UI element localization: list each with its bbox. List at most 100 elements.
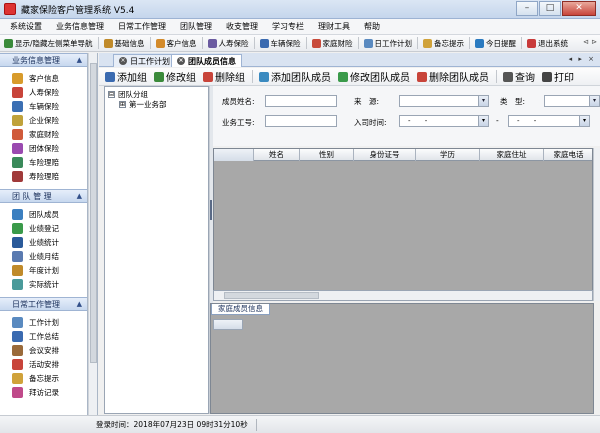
- column-header-address[interactable]: 家庭住址: [480, 149, 544, 161]
- nav-item-customer-info[interactable]: 客户信息: [12, 71, 87, 85]
- members-grid[interactable]: 姓名 性别 身份证号 学历 家庭住址 家庭电话: [213, 148, 593, 301]
- life-claim-icon: [12, 170, 23, 182]
- nav-item-work-plan[interactable]: 工作计划: [12, 315, 87, 329]
- minimize-button[interactable]: –: [516, 1, 538, 16]
- toggle-nav-button[interactable]: 显示/隐藏左侧菜单导航: [4, 38, 93, 49]
- toolbar-scroll-arrows[interactable]: ⊲ ⊳: [583, 38, 597, 46]
- nav-item-visit-record[interactable]: 拜访记录: [12, 385, 87, 399]
- column-header-name[interactable]: 姓名: [254, 149, 300, 161]
- tab-team-members[interactable]: × 团队成员信息: [171, 54, 242, 67]
- close-tab-icon[interactable]: ×: [177, 57, 185, 65]
- work-id-label: 业务工号:: [222, 118, 255, 127]
- column-header-home-phone[interactable]: 家庭电话: [544, 149, 592, 161]
- memo-button[interactable]: 备忘提示: [423, 38, 464, 49]
- type-label: 类 型:: [500, 97, 526, 106]
- collapse-icon[interactable]: ▲: [77, 192, 82, 200]
- customer-info-button[interactable]: 客户信息: [155, 38, 197, 49]
- collapse-toggle-icon[interactable]: ⊟: [108, 91, 115, 98]
- nav-item-performance-stats[interactable]: 业绩统计: [12, 235, 87, 249]
- column-header-education[interactable]: 学历: [416, 149, 480, 161]
- nav-item-team-members[interactable]: 团队成员: [12, 207, 87, 221]
- basic-info-button[interactable]: 基础信息: [103, 38, 145, 49]
- menu-daily-work[interactable]: 日常工作管理: [118, 21, 166, 32]
- add-member-button[interactable]: 添加团队成员: [259, 69, 331, 84]
- tab-strip: × 日工作计划 × 团队成员信息 ◂ ▸ ×: [99, 53, 600, 67]
- nav-section-business-header[interactable]: 业务信息管理 ▲: [0, 53, 87, 67]
- grid-hscroll-thumb[interactable]: [224, 292, 319, 299]
- grid-vertical-scrollbar[interactable]: [593, 148, 600, 301]
- edit-member-button[interactable]: 修改团队成员: [338, 69, 410, 84]
- print-button[interactable]: 打印: [542, 69, 574, 84]
- source-label: 来 源:: [354, 97, 380, 106]
- menu-business-info[interactable]: 业务信息管理: [56, 21, 104, 32]
- tab-daily-plan[interactable]: × 日工作计划: [113, 54, 176, 67]
- nav-item-monthly-close[interactable]: 业绩月结: [12, 249, 87, 263]
- exit-button[interactable]: 退出系统: [527, 38, 568, 49]
- tree-node-first-dept[interactable]: ⊞ 第一业务部: [119, 99, 167, 110]
- chevron-down-icon[interactable]: ▾: [478, 96, 488, 106]
- life-icon: [207, 38, 217, 48]
- nav-section-team-list: 团队成员 业绩登记 业绩统计 业绩月结 年度计划 实际统计: [0, 203, 87, 297]
- delete-group-button[interactable]: 删除组: [203, 69, 245, 84]
- column-header-id-number[interactable]: 身份证号: [354, 149, 416, 161]
- toolbar-separator: [357, 37, 359, 49]
- close-tab-icon[interactable]: ×: [119, 57, 127, 65]
- nav-scroll-thumb[interactable]: [90, 63, 97, 363]
- close-button[interactable]: ✕: [562, 1, 596, 16]
- nav-item-work-summary[interactable]: 工作总结: [12, 329, 87, 343]
- menu-tools[interactable]: 理财工具: [318, 21, 350, 32]
- chevron-down-icon[interactable]: ▾: [478, 116, 488, 126]
- chevron-down-icon[interactable]: ▾: [589, 96, 599, 106]
- edit-group-button[interactable]: 修改组: [154, 69, 196, 84]
- nav-section-daily-header[interactable]: 日常工作管理 ▲: [0, 297, 87, 311]
- chevron-down-icon[interactable]: ▾: [579, 116, 589, 126]
- nav-item-enterprise-insurance[interactable]: 企业保险: [12, 113, 87, 127]
- grid-horizontal-scrollbar[interactable]: [213, 290, 593, 301]
- car-insurance-button[interactable]: 车辆保险: [259, 38, 301, 49]
- source-select[interactable]: ▾: [399, 95, 489, 107]
- nav-item-memo-reminder[interactable]: 备忘提示: [12, 371, 87, 385]
- group-insurance-icon: [12, 142, 23, 154]
- nav-item-group-insurance[interactable]: 团体保险: [12, 141, 87, 155]
- nav-section-team-header[interactable]: 团 队 管 理 ▲: [0, 189, 87, 203]
- menu-team[interactable]: 团队管理: [180, 21, 212, 32]
- nav-item-annual-plan[interactable]: 年度计划: [12, 263, 87, 277]
- nav-item-life-claim[interactable]: 寿险理赔: [12, 169, 87, 183]
- menu-system-settings[interactable]: 系统设置: [10, 21, 42, 32]
- edit-group-icon: [154, 71, 164, 82]
- life-insurance-button[interactable]: 人寿保险: [207, 38, 249, 49]
- nav-item-performance-register[interactable]: 业绩登记: [12, 221, 87, 235]
- type-select[interactable]: ▾: [544, 95, 600, 107]
- daily-plan-button[interactable]: 日工作计划: [363, 38, 412, 49]
- work-plan-icon: [12, 316, 23, 328]
- title-bar: 藏家保险客户管理系统 V5.4 – □ ✕: [0, 0, 600, 19]
- nav-item-actual-stats[interactable]: 实际统计: [12, 277, 87, 291]
- splitter-grip[interactable]: [210, 200, 212, 220]
- nav-item-car-claim[interactable]: 车险理赔: [12, 155, 87, 169]
- today-reminder-button[interactable]: 今日提醒: [475, 38, 516, 49]
- nav-item-life-insurance[interactable]: 人寿保险: [12, 85, 87, 99]
- menu-finance[interactable]: 收支管理: [226, 21, 258, 32]
- expand-toggle-icon[interactable]: ⊞: [119, 101, 126, 108]
- nav-scrollbar[interactable]: [88, 53, 98, 416]
- nav-item-activity[interactable]: 活动安排: [12, 357, 87, 371]
- menu-learning[interactable]: 学习专栏: [272, 21, 304, 32]
- collapse-icon[interactable]: ▲: [77, 56, 82, 64]
- menu-help[interactable]: 帮助: [364, 21, 380, 32]
- nav-item-home-insurance[interactable]: 家庭财险: [12, 127, 87, 141]
- home-insurance-button[interactable]: 家庭财险: [311, 38, 353, 49]
- join-date-to[interactable]: - - ▾: [508, 115, 590, 127]
- search-button[interactable]: 查询: [503, 69, 535, 84]
- join-date-from[interactable]: - - ▾: [399, 115, 489, 127]
- work-id-input[interactable]: [265, 115, 337, 127]
- maximize-button[interactable]: □: [539, 1, 561, 16]
- add-group-button[interactable]: 添加组: [105, 69, 147, 84]
- member-name-input[interactable]: [265, 95, 337, 107]
- delete-member-button[interactable]: 删除团队成员: [417, 69, 489, 84]
- nav-item-car-insurance[interactable]: 车辆保险: [12, 99, 87, 113]
- nav-item-meeting[interactable]: 会议安排: [12, 343, 87, 357]
- column-header-gender[interactable]: 性别: [300, 149, 354, 161]
- toolbar-separator: [496, 70, 497, 83]
- tab-navigation-arrows[interactable]: ◂ ▸ ×: [569, 55, 596, 63]
- collapse-icon[interactable]: ▲: [77, 300, 82, 308]
